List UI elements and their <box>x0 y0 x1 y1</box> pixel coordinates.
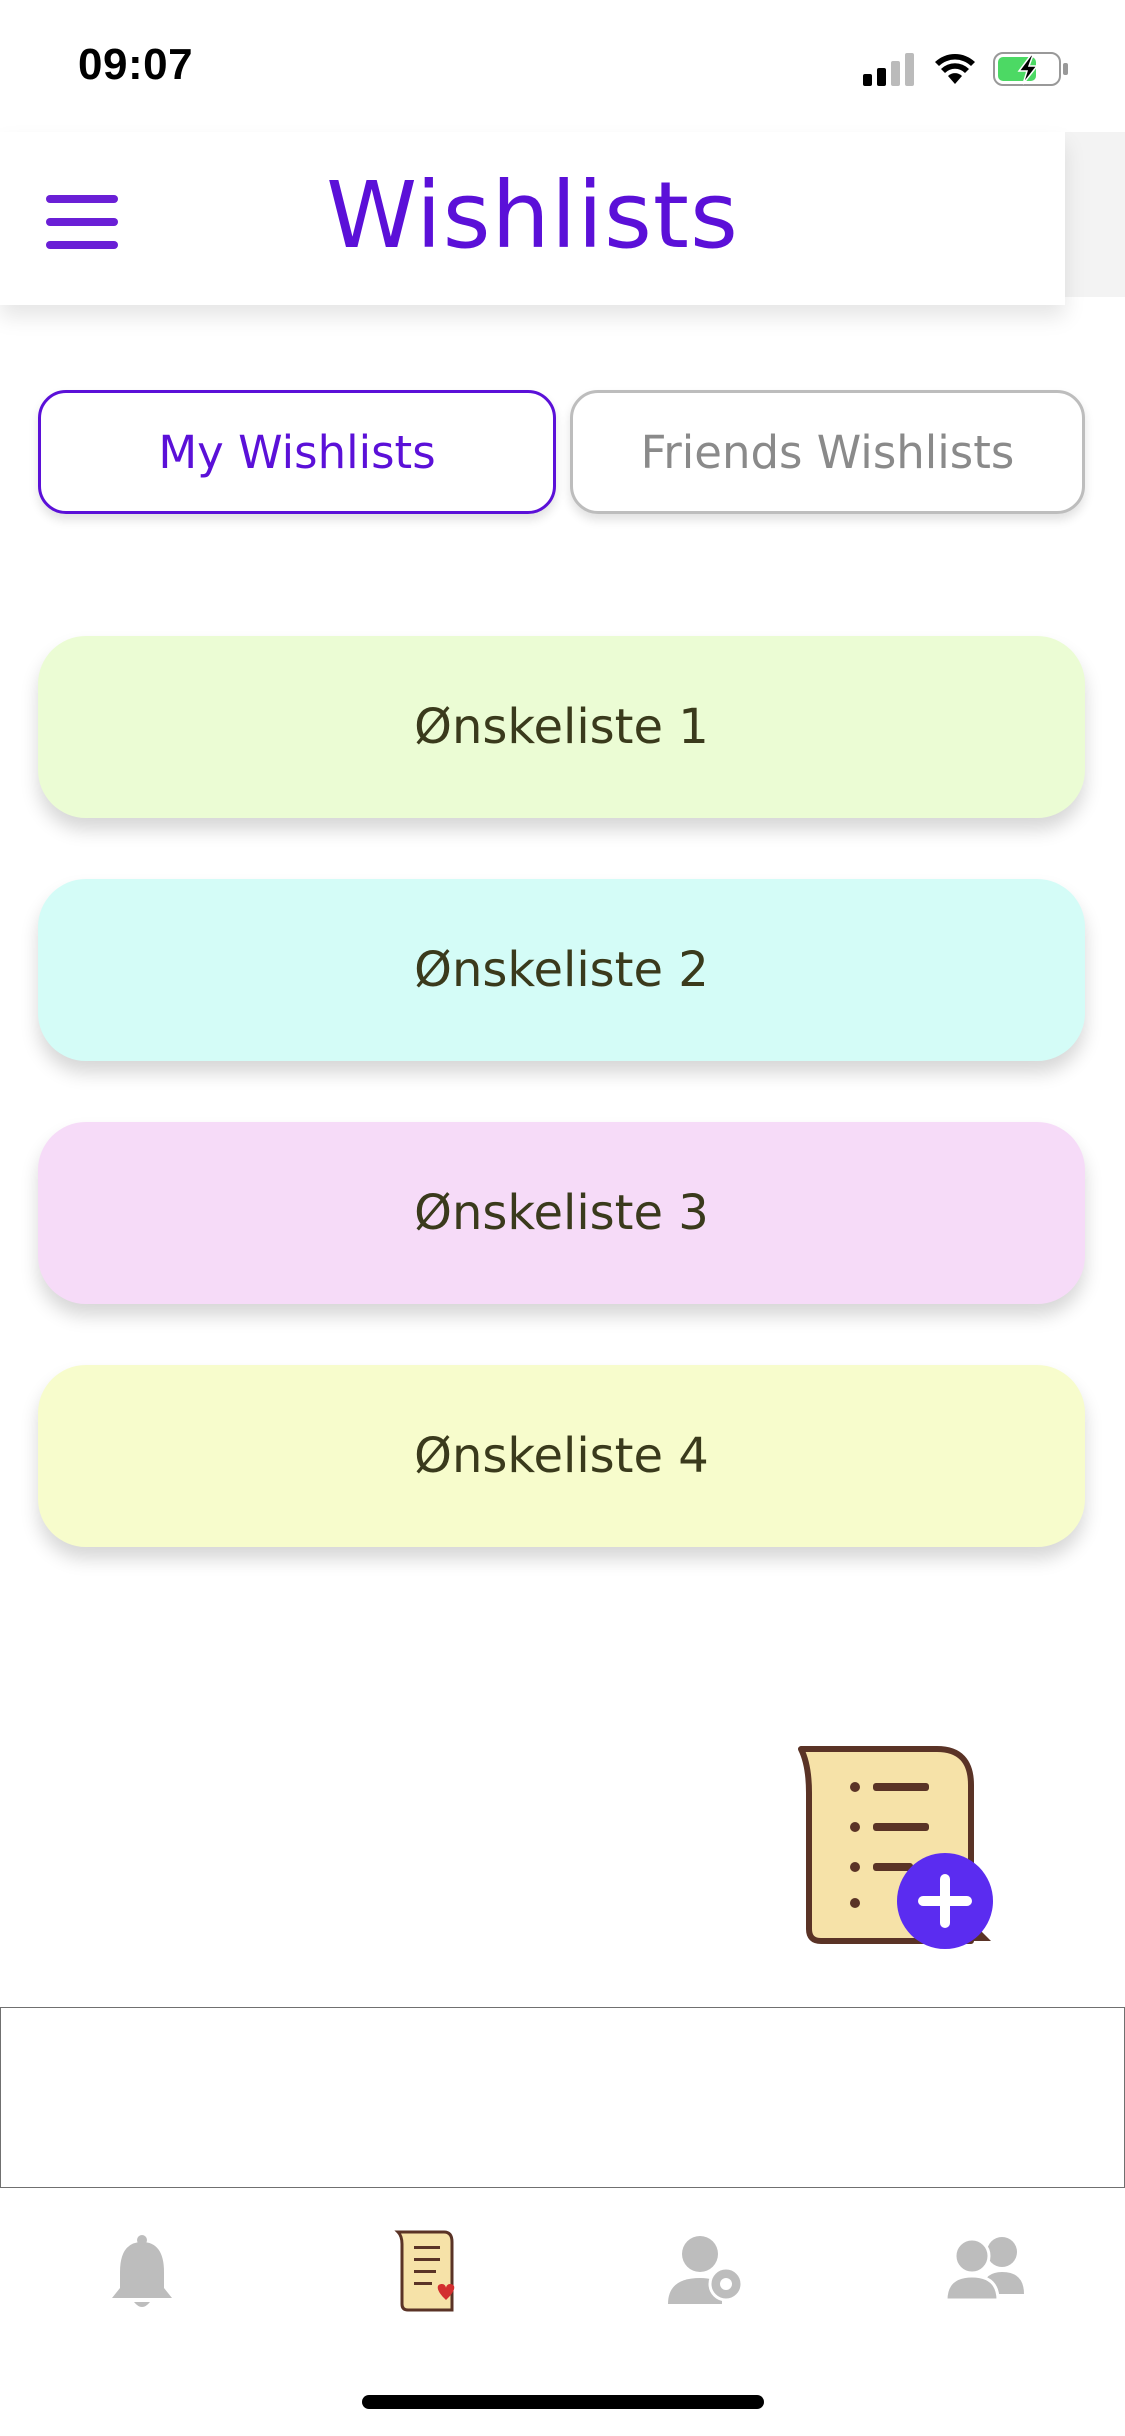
tab-friends-wishlists[interactable]: Friends Wishlists <box>570 390 1085 514</box>
battery-charging-icon <box>993 52 1068 86</box>
status-icons <box>863 48 1083 88</box>
wishlist-card-4[interactable]: Ønskeliste 4 <box>38 1365 1085 1547</box>
wishlist-card-1[interactable]: Ønskeliste 1 <box>38 636 1085 818</box>
wishlists-tab[interactable] <box>374 2228 474 2318</box>
friends-tab[interactable] <box>936 2228 1036 2318</box>
home-indicator <box>362 2395 764 2409</box>
notifications-tab[interactable] <box>92 2228 192 2318</box>
bell-icon <box>112 2235 172 2307</box>
status-bar: 09:07 <box>0 0 1125 132</box>
wishlist-card-2[interactable]: Ønskeliste 2 <box>38 879 1085 1061</box>
scroll-add-icon <box>798 1746 993 1949</box>
user-settings-icon <box>668 2236 744 2304</box>
status-time: 09:07 <box>78 40 194 89</box>
app-screen: 09:07 Wishlists My Wishlists Friends Wis… <box>0 0 1125 2436</box>
friends-icon <box>944 2237 1024 2302</box>
scroll-heart-icon <box>394 2230 455 2312</box>
cellular-signal-icon <box>863 53 914 86</box>
banner-placeholder <box>0 2007 1125 2188</box>
add-wishlist-button[interactable] <box>795 1745 995 1950</box>
app-header: Wishlists <box>0 132 1065 305</box>
profile-settings-tab[interactable] <box>656 2228 756 2318</box>
tab-my-wishlists[interactable]: My Wishlists <box>38 390 556 514</box>
page-title: Wishlists <box>326 162 739 269</box>
wishlist-card-3[interactable]: Ønskeliste 3 <box>38 1122 1085 1304</box>
wifi-icon <box>935 54 975 84</box>
